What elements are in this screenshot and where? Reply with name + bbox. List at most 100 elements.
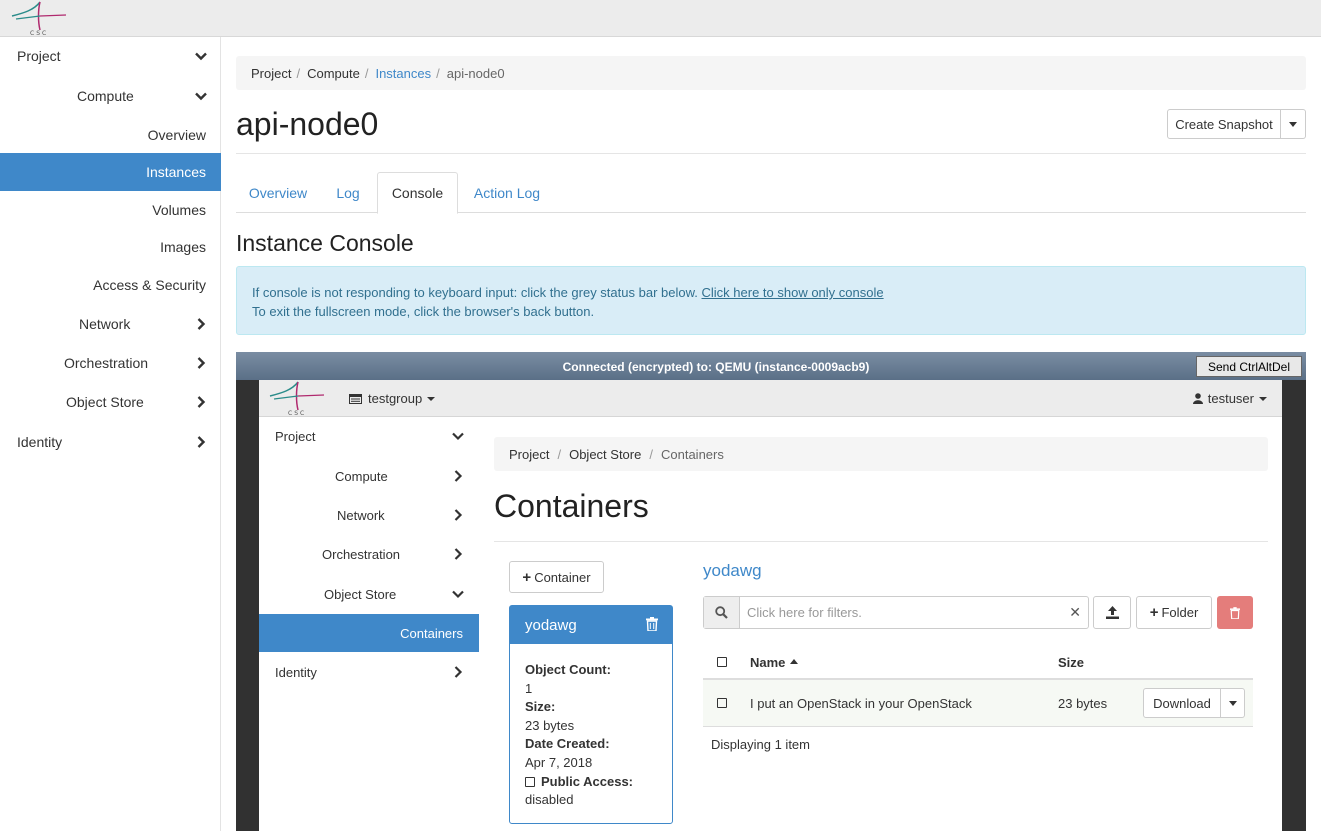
inner-sidebar-item-object-store[interactable]: Object Store	[259, 575, 479, 613]
date-created-label: Date Created:	[525, 736, 610, 752]
breadcrumb-separator: /	[364, 65, 369, 81]
breadcrumb-project[interactable]: Project	[509, 447, 549, 462]
sidebar-item-project[interactable]: Project	[0, 37, 221, 75]
add-folder-button[interactable]: + Folder	[1136, 596, 1212, 629]
project-name: testgroup	[368, 391, 423, 406]
vnc-console[interactable]: Connected (encrypted) to: QEMU (instance…	[236, 352, 1306, 831]
chevron-down-icon	[195, 50, 207, 62]
breadcrumb: Project / Compute / Instances / api-node0	[236, 56, 1306, 90]
svg-text:CSC: CSC	[30, 30, 48, 37]
user-icon	[1192, 393, 1203, 404]
selected-container-title[interactable]: yodawg	[703, 561, 762, 581]
console-screen[interactable]: CSC testgroup testuser Project Compute N…	[259, 380, 1282, 831]
sidebar-item-overview[interactable]: Overview	[0, 116, 221, 154]
sidebar-item-label: Compute	[335, 468, 388, 484]
sidebar-item-compute[interactable]: Compute	[0, 77, 221, 115]
object-count-label: Object Count:	[525, 662, 611, 677]
sidebar-item-label: Compute	[77, 88, 134, 104]
sidebar-item-label: Project	[275, 428, 316, 444]
trash-icon	[1230, 606, 1240, 619]
breadcrumb-project[interactable]: Project	[251, 66, 291, 81]
container-card-header[interactable]: yodawg	[510, 606, 672, 644]
row-actions: Download	[1143, 688, 1245, 718]
sidebar-item-label: Instances	[146, 164, 206, 180]
chevron-right-icon	[195, 396, 207, 408]
project-selector[interactable]: testgroup	[349, 380, 436, 417]
table-row[interactable]: I put an OpenStack in your OpenStack 23 …	[703, 680, 1253, 727]
tab-log[interactable]: Log	[324, 172, 372, 213]
tab-console[interactable]: Console	[377, 172, 458, 214]
console-status-bar[interactable]: Connected (encrypted) to: QEMU (instance…	[236, 352, 1306, 380]
caret-down-icon	[1289, 121, 1297, 127]
breadcrumb-object-store[interactable]: Object Store	[569, 447, 641, 462]
inner-csc-logo[interactable]: CSC	[268, 380, 326, 417]
container-details: Object Count: 1 Size: 23 bytes Date Crea…	[525, 661, 633, 810]
download-button[interactable]: Download	[1143, 688, 1221, 718]
breadcrumb-separator: /	[557, 446, 562, 462]
create-snapshot-button[interactable]: Create Snapshot	[1167, 109, 1281, 139]
add-container-button[interactable]: + Container	[509, 561, 604, 593]
tab-overview[interactable]: Overview	[236, 172, 320, 213]
sidebar-item-network[interactable]: Network	[0, 305, 221, 343]
sidebar-item-label: Orchestration	[64, 355, 149, 371]
column-header-size[interactable]: Size	[1058, 655, 1084, 670]
row-actions-dropdown[interactable]	[1221, 688, 1245, 718]
inner-breadcrumb: Project / Object Store / Containers	[494, 437, 1268, 471]
sidebar-item-images[interactable]: Images	[0, 228, 221, 266]
send-ctrlaltdel-button[interactable]: Send CtrlAltDel	[1196, 356, 1302, 377]
sidebar-item-orchestration[interactable]: Orchestration	[0, 344, 221, 382]
public-access-label: Public Access:	[541, 773, 634, 789]
sidebar-item-access-security[interactable]: Access & Security	[0, 266, 221, 304]
add-container-label: Container	[534, 569, 591, 585]
section-title: Instance Console	[236, 230, 414, 256]
column-header-name-label: Name	[750, 655, 786, 670]
tab-action-log[interactable]: Action Log	[462, 172, 552, 213]
breadcrumb-instances-link[interactable]: Instances	[375, 66, 431, 81]
object-name[interactable]: I put an OpenStack in your OpenStack	[750, 696, 972, 711]
chevron-down-icon	[452, 430, 464, 442]
breadcrumb-compute[interactable]: Compute	[307, 66, 360, 81]
console-info-alert: If console is not responding to keyboard…	[236, 266, 1306, 335]
create-snapshot-group: Create Snapshot	[1167, 109, 1306, 139]
inner-sidebar-item-identity[interactable]: Identity	[259, 653, 479, 691]
sidebar-item-label: Network	[79, 316, 131, 332]
filter-input[interactable]: Click here for filters.	[747, 597, 862, 628]
inner-title-divider	[494, 541, 1268, 542]
delete-button[interactable]	[1217, 596, 1253, 629]
sidebar-item-label: Object Store	[324, 586, 397, 602]
container-name: yodawg	[525, 617, 577, 634]
breadcrumb-separator: /	[649, 446, 653, 462]
show-only-console-link[interactable]: Click here to show only console	[702, 285, 884, 300]
public-access-checkbox[interactable]	[525, 776, 535, 787]
sidebar-item-volumes[interactable]: Volumes	[0, 191, 221, 229]
info-line-1: If console is not responding to keyboard…	[252, 283, 1305, 302]
actions-dropdown-toggle[interactable]	[1281, 109, 1306, 139]
object-size: 23 bytes	[1058, 696, 1108, 711]
upload-button[interactable]	[1093, 596, 1131, 629]
csc-logo[interactable]: CSC	[10, 0, 68, 37]
caret-down-icon	[427, 396, 436, 401]
inner-sidebar-item-network[interactable]: Network	[259, 496, 479, 534]
select-all-checkbox[interactable]	[717, 657, 727, 667]
filter-bar[interactable]: Click here for filters. ✕	[703, 596, 1089, 629]
trash-icon[interactable]	[646, 617, 658, 632]
inner-sidebar-item-compute[interactable]: Compute	[259, 457, 479, 495]
inner-sidebar-item-project[interactable]: Project	[259, 417, 479, 455]
row-checkbox[interactable]	[717, 698, 727, 708]
size-label: Size:	[525, 699, 556, 715]
breadcrumb-current: Containers	[660, 446, 724, 462]
chevron-right-icon	[452, 548, 464, 560]
sidebar-item-label: Overview	[147, 127, 206, 143]
inner-sidebar-item-orchestration[interactable]: Orchestration	[259, 535, 479, 573]
sidebar-item-label: Identity	[17, 434, 63, 450]
sidebar-item-identity[interactable]: Identity	[0, 423, 221, 461]
inner-sidebar-item-containers[interactable]: Containers	[259, 614, 479, 652]
sidebar-item-label: Object Store	[66, 394, 144, 410]
user-menu[interactable]: testuser	[1192, 380, 1267, 417]
public-access-value: disabled	[525, 792, 574, 808]
sidebar-item-object-store[interactable]: Object Store	[0, 383, 221, 421]
container-card[interactable]: yodawg Object Count: 1 Size: 23 bytes Da…	[509, 605, 673, 824]
clear-filter-icon[interactable]: ✕	[1069, 597, 1081, 628]
column-header-name[interactable]: Name	[750, 655, 799, 670]
sidebar-item-instances[interactable]: Instances	[0, 153, 221, 191]
